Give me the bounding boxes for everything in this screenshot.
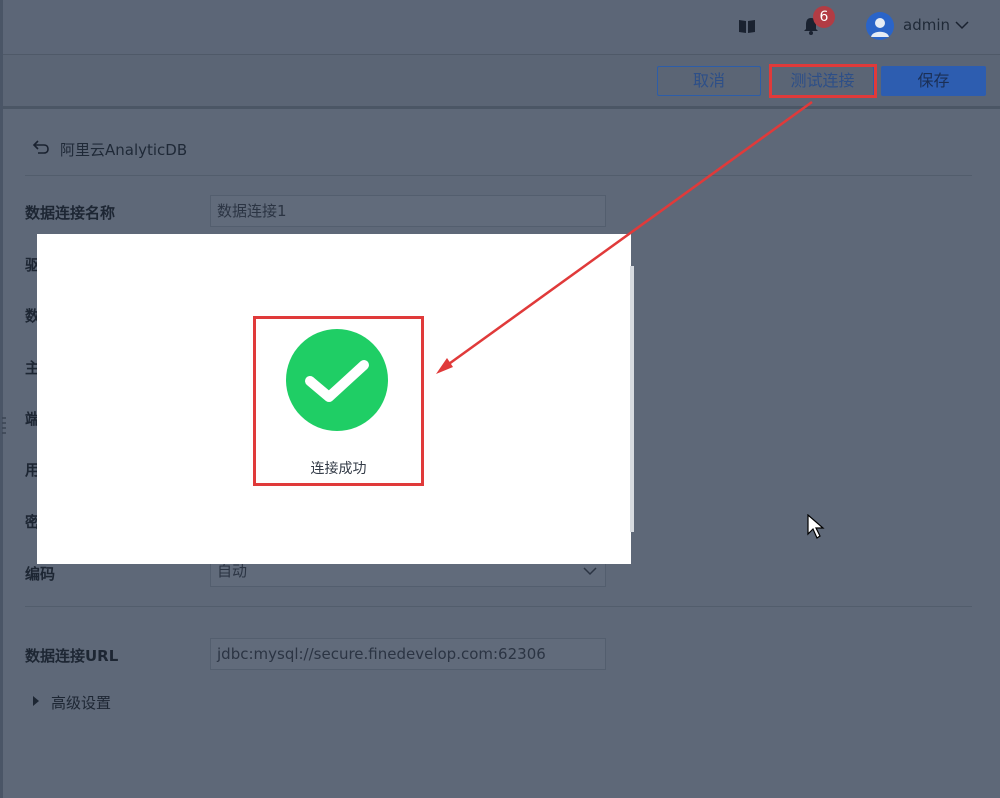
connection-name-label: 数据连接名称 <box>25 204 116 222</box>
advanced-settings-toggle[interactable]: 高级设置 <box>51 692 111 713</box>
divider <box>25 175 972 176</box>
connection-url-input[interactable]: jdbc:mysql://secure.finedevelop.com:6230… <box>210 638 606 670</box>
chevron-down-icon[interactable] <box>955 20 969 30</box>
user-avatar-icon[interactable] <box>866 12 894 40</box>
encoding-value: 自动 <box>217 562 248 580</box>
test-connection-highlight <box>769 64 877 98</box>
divider <box>3 54 1000 55</box>
cursor-icon <box>807 514 825 539</box>
dialog-scrollbar[interactable] <box>630 266 634 532</box>
cancel-button[interactable]: 取消 <box>657 66 761 96</box>
notification-badge: 6 <box>813 6 835 28</box>
save-button[interactable]: 保存 <box>881 66 986 96</box>
caret-right-icon[interactable] <box>33 696 39 706</box>
book-icon[interactable] <box>738 18 756 34</box>
back-arrow-icon[interactable] <box>32 139 50 155</box>
encoding-label: 编码 <box>25 565 56 583</box>
resize-grip-icon[interactable] <box>1 415 7 435</box>
top-bar: 6 admin <box>0 0 1000 54</box>
connection-title: 阿里云AnalyticDB <box>60 141 188 159</box>
user-name[interactable]: admin <box>903 16 950 34</box>
success-message: 连接成功 <box>310 461 367 477</box>
chevron-down-icon <box>583 567 597 576</box>
connection-name-input[interactable]: 数据连接1 <box>210 195 606 227</box>
divider <box>25 606 972 607</box>
connection-url-label: 数据连接URL <box>25 647 119 665</box>
check-icon <box>286 329 388 431</box>
